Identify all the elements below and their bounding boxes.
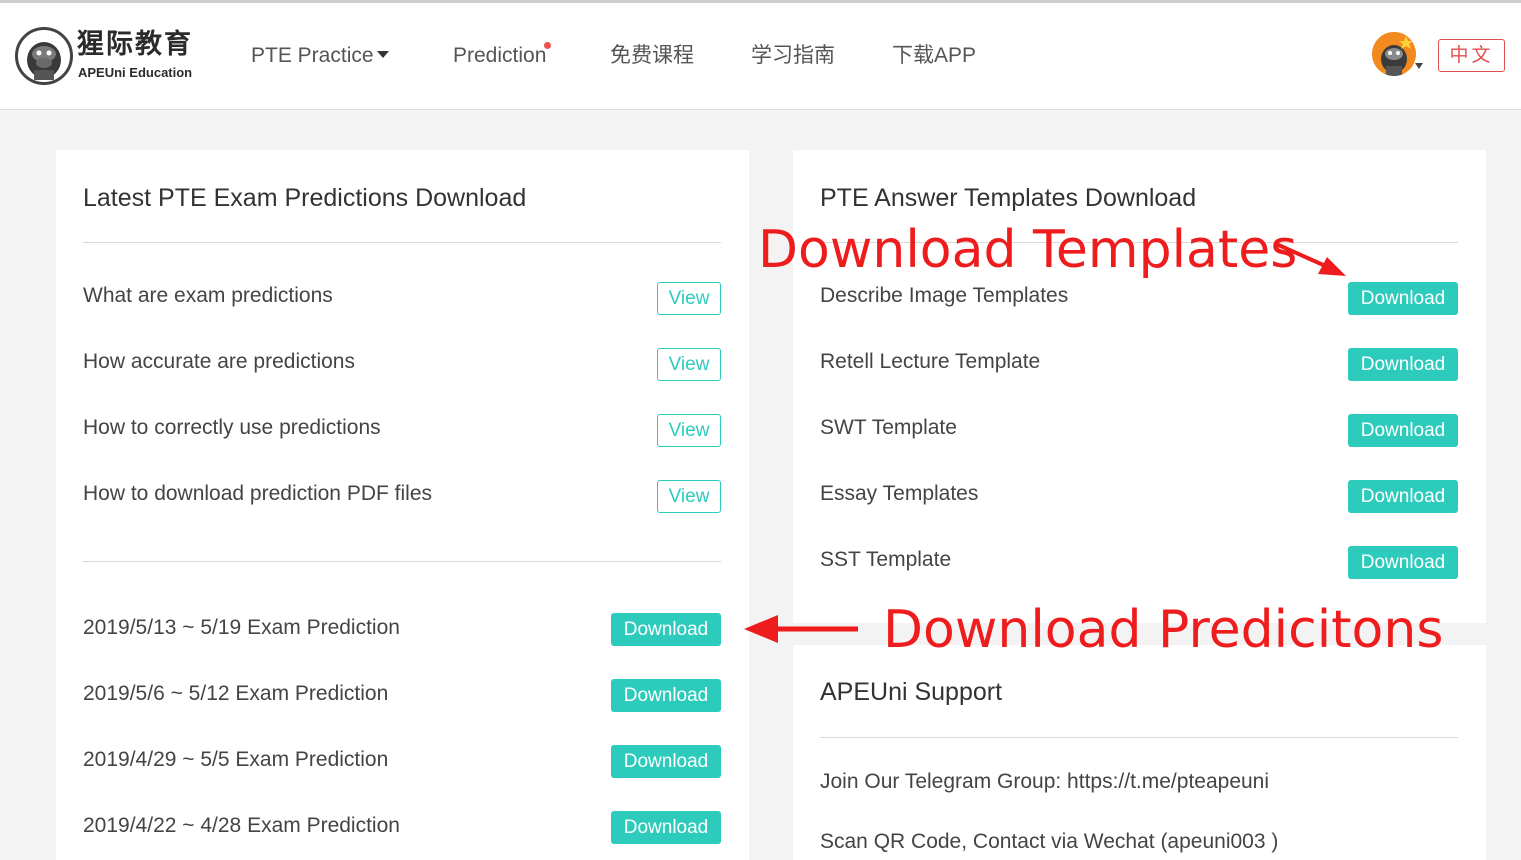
nav-pte-practice-label: PTE Practice — [251, 44, 374, 67]
template-row-label: Essay Templates — [820, 482, 979, 505]
download-template-button[interactable]: Download — [1348, 480, 1458, 513]
download-prediction-button[interactable]: Download — [611, 811, 721, 844]
nav-pte-practice[interactable]: PTE Practice — [251, 41, 389, 71]
telegram-line: Join Our Telegram Group: https://t.me/pt… — [820, 770, 1270, 793]
template-row-label: Describe Image Templates — [820, 284, 1069, 307]
template-row-label: SST Template — [820, 548, 952, 571]
annotation-download-templates: Download Templates — [758, 220, 1298, 280]
divider — [83, 242, 721, 243]
view-button[interactable]: View — [657, 348, 721, 381]
prediction-row-label: 2019/4/29 ~ 5/5 Exam Prediction — [83, 748, 389, 771]
nav-download-app[interactable]: 下载APP — [892, 41, 976, 71]
support-card: APEUni Support Join Our Telegram Group: … — [793, 645, 1486, 860]
predictions-card: Latest PTE Exam Predictions Download Wha… — [56, 150, 749, 860]
logo-english-text: APEUni Education — [78, 65, 193, 80]
view-button[interactable]: View — [657, 480, 721, 513]
user-avatar[interactable] — [1372, 32, 1416, 76]
info-row-label: What are exam predictions — [83, 284, 333, 307]
download-template-button[interactable]: Download — [1348, 282, 1458, 315]
notification-dot-icon — [544, 42, 552, 49]
view-button[interactable]: View — [657, 414, 721, 447]
caret-down-icon — [376, 51, 389, 58]
divider — [820, 737, 1458, 738]
predictions-card-title: Latest PTE Exam Predictions Download — [83, 184, 527, 212]
logo-chinese-text: 猩际教育 — [77, 29, 193, 60]
template-row-label: Retell Lecture Template — [820, 350, 1041, 373]
info-row-label: How to download prediction PDF files — [83, 482, 433, 505]
divider — [83, 561, 721, 562]
download-prediction-button[interactable]: Download — [611, 613, 721, 646]
gorilla-logo-icon — [15, 27, 73, 85]
download-template-button[interactable]: Download — [1348, 414, 1458, 447]
prediction-row-label: 2019/5/13 ~ 5/19 Exam Prediction — [83, 616, 400, 639]
download-prediction-button[interactable]: Download — [611, 679, 721, 712]
language-toggle-button[interactable]: 中文 — [1438, 39, 1505, 72]
annotation-download-predictions: Download Predicitons — [883, 600, 1444, 660]
view-button[interactable]: View — [657, 282, 721, 315]
prediction-row-label: 2019/4/22 ~ 4/28 Exam Prediction — [83, 814, 400, 837]
nav-prediction-label: Prediction — [453, 44, 547, 67]
site-header: 猩际教育 APEUni Education PTE Practice Predi… — [0, 3, 1521, 110]
templates-card-title: PTE Answer Templates Download — [820, 184, 1197, 212]
nav-free-courses[interactable]: 免费课程 — [610, 41, 694, 71]
info-row-label: How accurate are predictions — [83, 350, 355, 373]
nav-study-guide[interactable]: 学习指南 — [751, 41, 835, 71]
info-row-label: How to correctly use predictions — [83, 416, 381, 439]
avatar-caret-icon[interactable] — [1415, 63, 1423, 69]
download-prediction-button[interactable]: Download — [611, 745, 721, 778]
prediction-row-label: 2019/5/6 ~ 5/12 Exam Prediction — [83, 682, 389, 705]
template-row-label: SWT Template — [820, 416, 957, 439]
site-logo[interactable]: 猩际教育 APEUni Education — [15, 27, 210, 87]
support-card-title: APEUni Support — [820, 678, 1003, 706]
wechat-line: Scan QR Code, Contact via Wechat (apeuni… — [820, 830, 1279, 853]
nav-prediction[interactable]: Prediction — [453, 41, 552, 71]
download-template-button[interactable]: Download — [1348, 546, 1458, 579]
download-template-button[interactable]: Download — [1348, 348, 1458, 381]
